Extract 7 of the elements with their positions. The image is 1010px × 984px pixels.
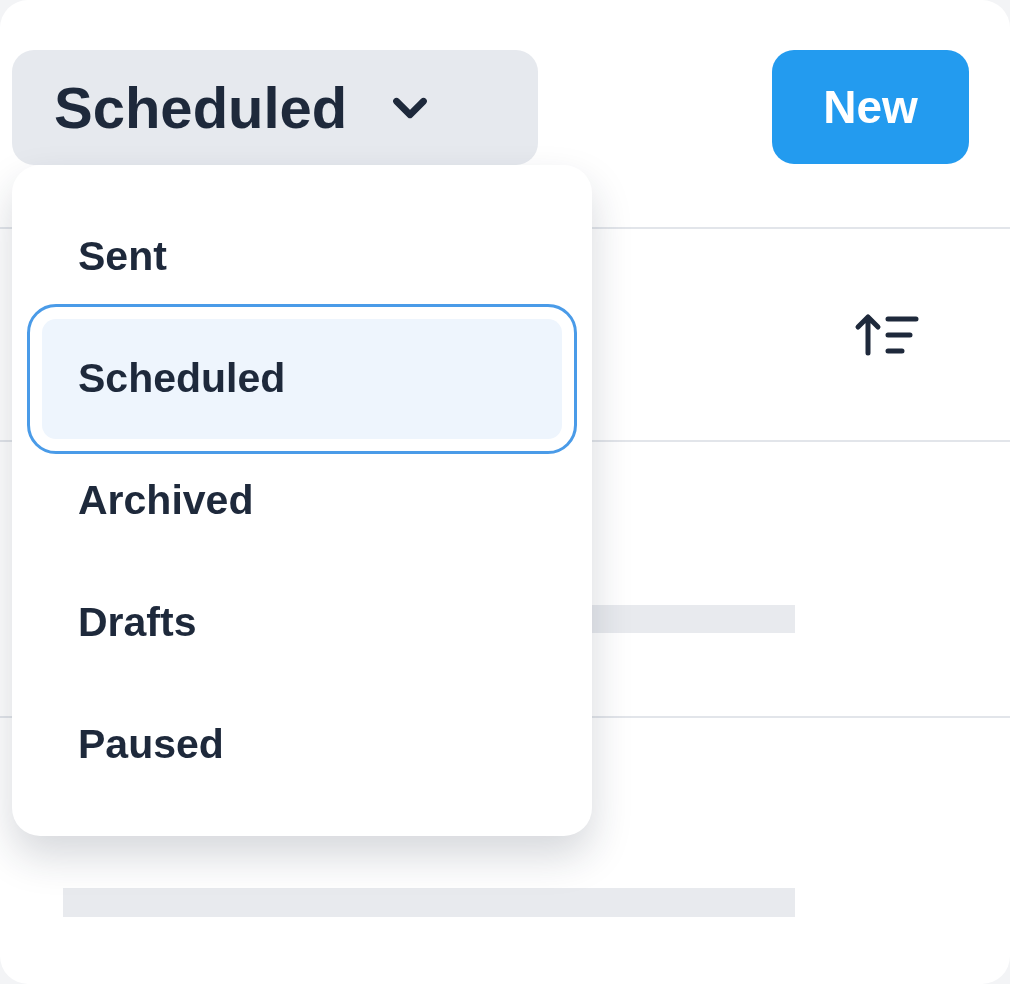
sort-icon[interactable]	[854, 312, 920, 357]
menu-item[interactable]: Scheduled	[42, 319, 562, 439]
menu-item[interactable]: Paused	[42, 685, 562, 805]
menu-item[interactable]: Sent	[42, 197, 562, 317]
menu-item[interactable]: Archived	[42, 441, 562, 561]
menu-item[interactable]: Drafts	[42, 563, 562, 683]
filter-dropdown[interactable]: Scheduled	[12, 50, 538, 165]
